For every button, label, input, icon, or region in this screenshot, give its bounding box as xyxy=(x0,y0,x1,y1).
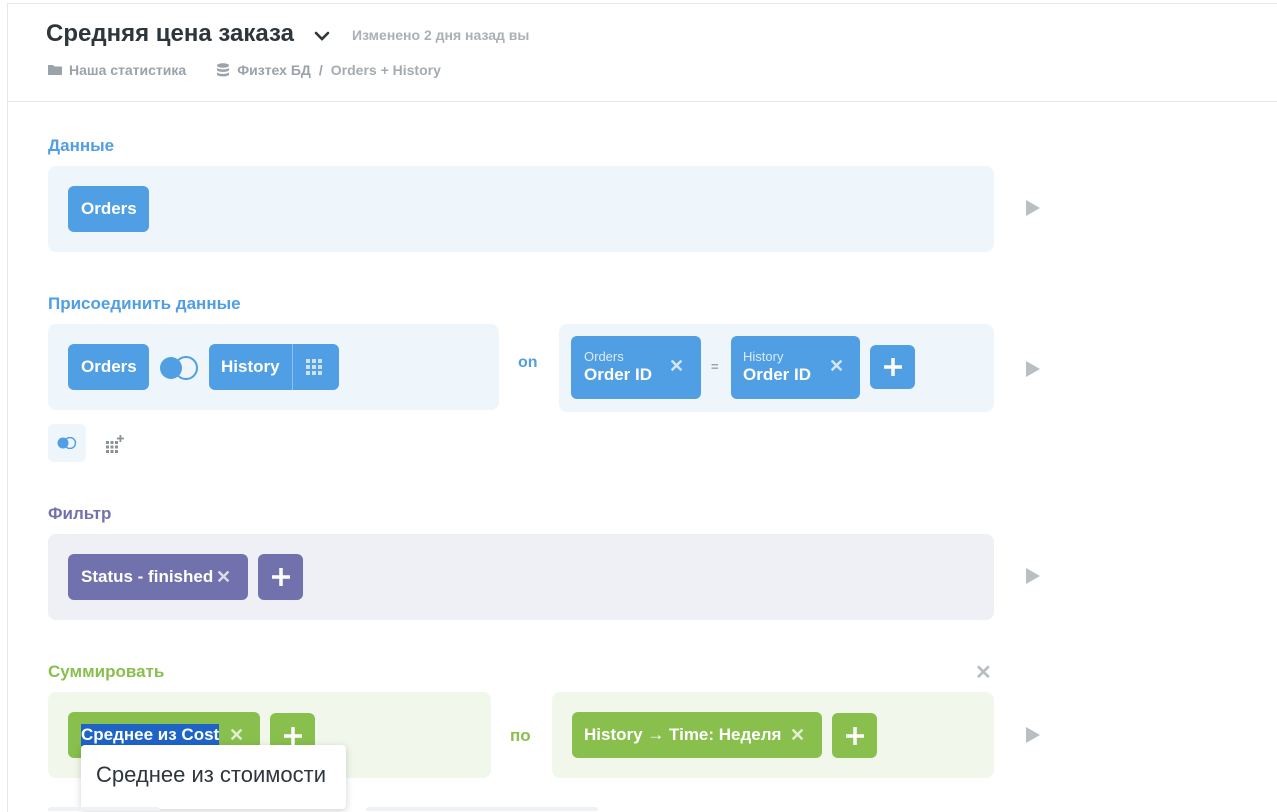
breadcrumb-separator: / xyxy=(318,62,323,78)
question-header xyxy=(7,3,1277,102)
plus-icon xyxy=(271,568,290,586)
question-title[interactable]: Средняя цена заказа xyxy=(46,20,294,48)
join-section-label: Присоединить данные xyxy=(48,294,241,313)
database-icon xyxy=(217,63,230,77)
folder-icon xyxy=(48,65,62,75)
join-type-icon xyxy=(57,437,77,449)
add-custom-column-icon[interactable] xyxy=(106,435,124,453)
join-left-table-pill[interactable]: Orders xyxy=(68,344,149,390)
metric-tooltip: Среднее из стоимости xyxy=(81,745,346,809)
join-equals-sign: = xyxy=(711,359,719,374)
join-right-table-pill[interactable]: History xyxy=(209,344,339,390)
add-breakout-button[interactable] xyxy=(832,713,877,758)
plus-icon xyxy=(845,726,864,745)
metric-tooltip-text: Среднее из стоимости xyxy=(96,762,327,787)
preview-filter-play-icon[interactable] xyxy=(1026,568,1040,584)
next-step-button-partial[interactable] xyxy=(48,807,160,811)
breadcrumb: Наша статистика Физтех БД / Orders + His… xyxy=(48,62,441,78)
breakout-pill[interactable]: History → Time: Неделя ✕ xyxy=(572,712,822,758)
join-left-key-pill[interactable]: Orders Order ID ✕ xyxy=(571,336,701,399)
preview-join-play-icon[interactable] xyxy=(1026,361,1040,377)
next-step-button-partial-2[interactable] xyxy=(366,807,598,811)
join-right-key-pill[interactable]: History Order ID ✕ xyxy=(731,336,860,399)
join-right-key-field: Order ID xyxy=(743,365,812,385)
left-join-icon[interactable] xyxy=(158,354,200,382)
join-left-table-label: Orders xyxy=(81,357,137,376)
filter-label: Status - finished xyxy=(81,567,214,586)
remove-left-key-icon[interactable]: ✕ xyxy=(669,356,684,377)
breadcrumb-database[interactable]: Физтех БД xyxy=(237,62,311,78)
join-left-key-table: Orders xyxy=(584,349,624,365)
plus-icon xyxy=(283,726,302,745)
data-table-pill[interactable]: Orders xyxy=(68,186,149,232)
filter-section-label: Фильтр xyxy=(48,504,112,523)
join-on-label: on xyxy=(518,354,538,371)
breakout-label: History → Time: Неделя xyxy=(584,725,782,744)
join-left-key-field: Order ID xyxy=(584,365,653,385)
preview-data-play-icon[interactable] xyxy=(1026,200,1040,216)
chevron-down-icon[interactable] xyxy=(313,27,331,45)
join-right-key-table: History xyxy=(743,349,784,365)
summarize-section-label: Суммировать xyxy=(48,662,165,681)
remove-metric-icon[interactable]: ✕ xyxy=(229,725,244,746)
remove-right-key-icon[interactable]: ✕ xyxy=(829,356,844,377)
add-join-condition-button[interactable] xyxy=(870,345,915,389)
data-section-label: Данные xyxy=(48,136,115,155)
add-join-step-button[interactable] xyxy=(48,424,86,462)
plus-icon xyxy=(883,358,902,376)
data-table-label: Orders xyxy=(81,199,137,218)
summarize-by-label: по xyxy=(510,726,531,745)
data-step-box xyxy=(48,166,994,252)
breadcrumb-table[interactable]: Orders + History xyxy=(331,62,441,78)
add-filter-button[interactable] xyxy=(258,554,303,600)
breadcrumb-collection[interactable]: Наша статистика xyxy=(69,62,186,78)
last-edited-text[interactable]: Изменено 2 дня назад вы xyxy=(352,27,529,43)
preview-summarize-play-icon[interactable] xyxy=(1026,727,1040,743)
grid-columns-icon[interactable] xyxy=(306,359,322,375)
remove-breakout-icon[interactable]: ✕ xyxy=(790,725,805,746)
remove-filter-icon[interactable]: ✕ xyxy=(216,567,231,588)
remove-summarize-step-icon[interactable]: ✕ xyxy=(975,660,992,685)
metric-label: Среднее из Cost xyxy=(81,724,220,746)
filter-pill[interactable]: Status - finished ✕ xyxy=(68,554,248,600)
join-right-table-label: History xyxy=(221,357,280,376)
